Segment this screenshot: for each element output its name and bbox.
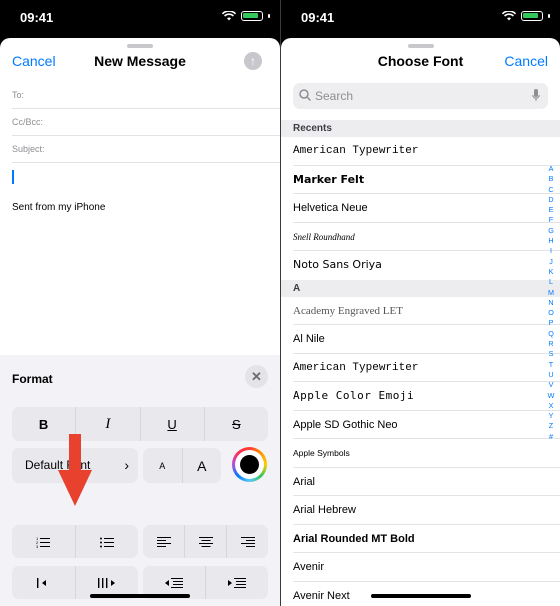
index-letter[interactable]: J — [546, 257, 556, 267]
index-letter[interactable]: K — [546, 267, 556, 277]
index-letter[interactable]: # — [546, 432, 556, 442]
page-title: New Message — [94, 53, 186, 69]
index-letter[interactable]: Z — [546, 421, 556, 431]
status-bar: 09:41 — [281, 0, 560, 36]
wifi-icon — [502, 11, 516, 21]
color-picker-button[interactable] — [232, 447, 267, 482]
decrease-size-button[interactable]: A — [143, 448, 183, 483]
alignment-segment — [143, 525, 268, 558]
index-letter[interactable]: P — [546, 318, 556, 328]
compose-screen: 09:41 Cancel New Message ↑ To: Cc/Bcc: S… — [0, 0, 280, 606]
index-letter[interactable]: R — [546, 339, 556, 349]
svg-text:3: 3 — [36, 544, 39, 548]
search-input[interactable]: Search — [293, 83, 548, 109]
sheet-grabber[interactable] — [407, 44, 434, 48]
index-letter[interactable]: A — [546, 164, 556, 174]
index-letter[interactable]: E — [546, 205, 556, 215]
section-index[interactable]: A B C D E F G H I J K L M N O P Q R S T … — [546, 164, 556, 442]
selected-color-swatch — [240, 455, 259, 474]
font-row-academy-engraved[interactable]: Academy Engraved LET — [293, 297, 560, 325]
font-list: Recents American Typewriter Marker Felt … — [281, 120, 560, 606]
index-letter[interactable]: C — [546, 185, 556, 195]
font-row-american-typewriter[interactable]: American Typewriter — [293, 137, 560, 166]
underline-button[interactable]: U — [141, 407, 205, 441]
up-arrow-icon[interactable]: ↑ — [244, 52, 262, 70]
wifi-icon — [222, 11, 236, 21]
cancel-button[interactable]: Cancel — [504, 53, 548, 69]
home-indicator[interactable] — [90, 594, 190, 598]
status-time: 09:41 — [301, 10, 335, 25]
compose-nav-bar: Cancel New Message ↑ — [0, 50, 280, 72]
index-letter[interactable]: I — [546, 246, 556, 256]
index-letter[interactable]: B — [546, 174, 556, 184]
font-row-apple-color-emoji[interactable]: Apple Color Emoji — [293, 382, 560, 411]
index-letter[interactable]: U — [546, 370, 556, 380]
align-right-icon[interactable] — [227, 525, 268, 558]
index-letter[interactable]: D — [546, 195, 556, 205]
battery-icon — [241, 11, 263, 21]
font-row-apple-symbols[interactable]: Apple Symbols — [293, 439, 560, 468]
search-placeholder: Search — [315, 89, 354, 103]
index-letter[interactable]: M — [546, 288, 556, 298]
font-row-arial[interactable]: Arial — [293, 468, 560, 496]
format-title: Format — [12, 372, 53, 386]
font-row-al-nile[interactable]: Al Nile — [293, 325, 560, 354]
home-indicator[interactable] — [370, 594, 471, 598]
index-letter[interactable]: N — [546, 298, 556, 308]
align-center-icon[interactable] — [185, 525, 227, 558]
increase-size-button[interactable]: A — [183, 448, 222, 483]
status-time: 09:41 — [20, 10, 54, 25]
index-letter[interactable]: H — [546, 236, 556, 246]
section-header-recents: Recents — [281, 120, 560, 137]
subject-field[interactable]: Subject: — [12, 136, 280, 163]
search-icon — [299, 89, 311, 102]
compose-sheet: Cancel New Message ↑ To: Cc/Bcc: Subject… — [0, 38, 280, 606]
index-letter[interactable]: W — [546, 391, 556, 401]
index-letter[interactable]: G — [546, 226, 556, 236]
section-header-a: A — [281, 279, 560, 297]
strikethrough-button[interactable]: S — [205, 407, 268, 441]
decrease-quote-icon[interactable] — [12, 566, 76, 599]
red-arrow-annotation — [58, 434, 92, 506]
index-letter[interactable]: L — [546, 277, 556, 287]
font-row-apple-sd-gothic-neo[interactable]: Apple SD Gothic Neo — [293, 411, 560, 439]
text-cursor — [12, 170, 14, 184]
choose-font-screen: 09:41 Choose Font Cancel Search Recents … — [280, 0, 560, 606]
index-letter[interactable]: V — [546, 380, 556, 390]
index-letter[interactable]: X — [546, 401, 556, 411]
battery-icon — [521, 11, 543, 21]
font-picker-nav-bar: Choose Font Cancel — [281, 50, 560, 72]
to-field[interactable]: To: — [12, 82, 280, 109]
status-bar: 09:41 — [0, 0, 280, 36]
font-picker-sheet: Choose Font Cancel Search Recents Americ… — [281, 38, 560, 606]
font-row-arial-rounded-mt-bold[interactable]: Arial Rounded MT Bold — [293, 525, 560, 553]
font-row-helvetica-neue[interactable]: Helvetica Neue — [293, 194, 560, 223]
format-panel: Format ✕ B I U S Default Font › A A 1 2 … — [0, 355, 280, 606]
text-style-segment: B I U S — [12, 407, 268, 441]
align-left-icon[interactable] — [143, 525, 185, 558]
microphone-icon[interactable] — [532, 89, 540, 102]
indent-icon[interactable] — [206, 566, 268, 599]
list-segment: 123 — [12, 525, 138, 558]
index-letter[interactable]: O — [546, 308, 556, 318]
cc-bcc-field[interactable]: Cc/Bcc: — [12, 109, 280, 136]
font-row-arial-hebrew[interactable]: Arial Hebrew — [293, 496, 560, 525]
index-letter[interactable]: F — [546, 215, 556, 225]
index-letter[interactable]: S — [546, 349, 556, 359]
sheet-grabber[interactable] — [127, 44, 153, 48]
index-letter[interactable]: Y — [546, 411, 556, 421]
body-signature[interactable]: Sent from my iPhone — [12, 202, 105, 213]
font-row-avenir[interactable]: Avenir — [293, 553, 560, 582]
font-row-american-typewriter[interactable]: American Typewriter — [293, 354, 560, 382]
numbered-list-icon[interactable]: 123 — [12, 525, 76, 558]
font-row-noto-sans-oriya[interactable]: Noto Sans Oriya — [293, 251, 560, 280]
bulleted-list-icon[interactable] — [76, 525, 139, 558]
font-row-snell-roundhand[interactable]: Snell Roundhand — [293, 223, 560, 251]
font-size-segment: A A — [143, 448, 221, 483]
font-row-marker-felt[interactable]: Marker Felt — [293, 166, 560, 194]
chevron-right-icon: › — [124, 457, 129, 473]
close-icon[interactable]: ✕ — [245, 365, 268, 388]
index-letter[interactable]: Q — [546, 329, 556, 339]
index-letter[interactable]: T — [546, 360, 556, 370]
